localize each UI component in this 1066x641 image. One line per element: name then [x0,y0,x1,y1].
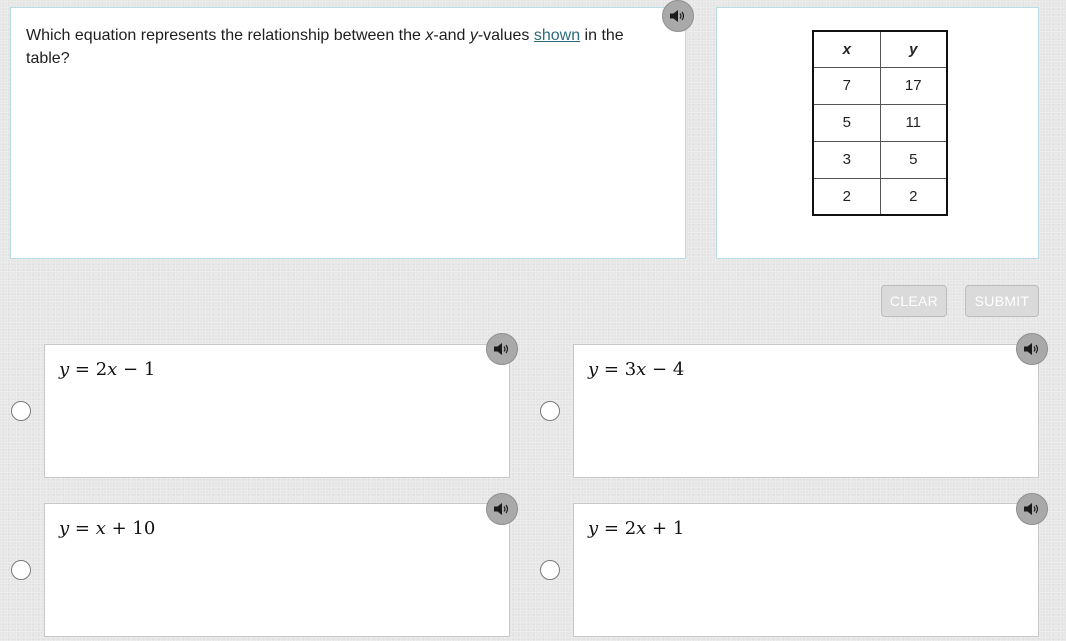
option-3-card[interactable]: y = x + 10 [44,503,510,637]
table-cell: 17 [879,66,948,105]
table-row: 3 5 [812,140,948,179]
table-row: 5 11 [812,103,948,142]
speaker-icon [494,503,509,515]
equation-constant: 1 [143,359,156,380]
equation-operator: + [646,518,673,539]
equation-coefficient: 2 [624,518,637,539]
question-text-part: Which equation represents the relationsh… [26,27,426,44]
option-2-card[interactable]: y = 3x − 4 [573,344,1039,478]
option-3-audio-button[interactable] [486,493,518,525]
equation-operator: − [117,359,144,380]
option-2-radio[interactable] [540,401,560,421]
shown-link[interactable]: shown [534,27,580,44]
speaker-icon [670,10,685,22]
equation-variable: x [107,359,118,380]
table-header-y: y [879,30,948,68]
equation-lhs: y [588,359,599,380]
question-text-part: -values [477,27,534,44]
equation-variable: x [95,518,106,539]
option-4-radio[interactable] [540,560,560,580]
option-3-radio[interactable] [11,560,31,580]
equation-equals: = [69,518,96,539]
question-text-part: -and [433,27,470,44]
option-1-card[interactable]: y = 2x − 1 [44,344,510,478]
equation-variable: x [636,518,647,539]
equation-constant: 4 [672,359,685,380]
option-4-audio-button[interactable] [1016,493,1048,525]
equation-lhs: y [59,359,70,380]
table-cell: 5 [812,103,881,142]
speaker-icon [1024,343,1039,355]
equation-coefficient: 3 [624,359,637,380]
table-cell: 2 [879,177,948,216]
question-text: Which equation represents the relationsh… [26,24,666,70]
clear-button[interactable]: CLEAR [881,285,947,317]
option-1-radio[interactable] [11,401,31,421]
option-2-audio-button[interactable] [1016,333,1048,365]
equation-operator: − [646,359,673,380]
option-2-equation: y = 3x − 4 [588,359,684,380]
option-1-equation: y = 2x − 1 [59,359,155,380]
table-cell: 7 [812,66,881,105]
table-cell: 11 [879,103,948,142]
equation-equals: = [598,518,625,539]
equation-equals: = [69,359,96,380]
table-row: 2 2 [812,177,948,216]
speaker-icon [494,343,509,355]
option-4-card[interactable]: y = 2x + 1 [573,503,1039,637]
table-cell: 2 [812,177,881,216]
option-3-equation: y = x + 10 [59,518,155,539]
xy-table: x y 7 17 5 11 3 5 2 2 [812,30,948,216]
table-row: 7 17 [812,66,948,105]
option-4-equation: y = 2x + 1 [588,518,684,539]
speaker-icon [1024,503,1039,515]
equation-operator: + [105,518,133,539]
equation-lhs: y [59,518,70,539]
equation-constant: 1 [672,518,685,539]
y-variable: y [469,27,478,44]
table-panel: x y 7 17 5 11 3 5 2 2 [716,7,1039,259]
option-1-audio-button[interactable] [486,333,518,365]
equation-constant: 10 [132,518,156,539]
equation-variable: x [636,359,647,380]
submit-button[interactable]: SUBMIT [965,285,1039,317]
question-audio-button[interactable] [662,0,694,32]
table-header-x: x [812,30,881,68]
equation-lhs: y [588,518,599,539]
equation-equals: = [598,359,625,380]
question-panel: Which equation represents the relationsh… [10,7,686,259]
table-cell: 5 [879,140,948,179]
table-header-row: x y [812,30,948,68]
equation-coefficient: 2 [95,359,108,380]
table-cell: 3 [812,140,881,179]
